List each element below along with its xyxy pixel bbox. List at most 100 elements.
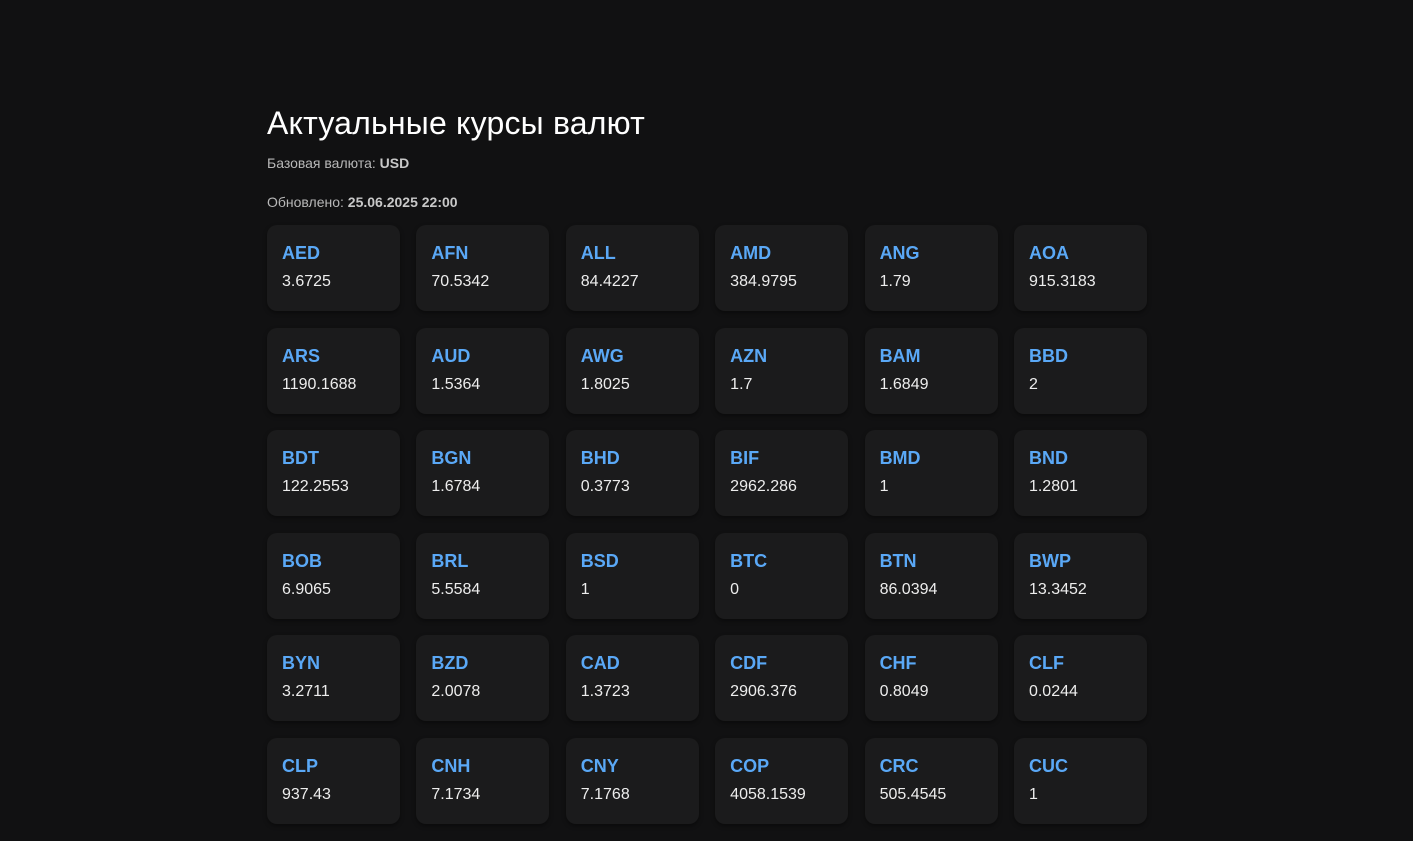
currency-rate: 2962.286 xyxy=(730,478,797,495)
currency-code: BSD xyxy=(580,550,619,571)
currency-code: CUC xyxy=(1028,755,1068,776)
rate-card-cny: CNY 7.1768 xyxy=(565,737,699,824)
currency-code: BDT xyxy=(282,448,319,468)
currency-code: ARS xyxy=(282,345,321,366)
currency-rate: 1.2801 xyxy=(1028,478,1078,495)
rate-card-cuc: CUC 1 xyxy=(1013,737,1147,824)
rate-card-bhd: BHD 0.3773 xyxy=(565,430,699,516)
rate-card-chf: CHF 0.8049 xyxy=(864,635,998,721)
currency-code: CLF xyxy=(1028,653,1064,673)
currency-code: BMD xyxy=(879,448,921,468)
currency-code: BIF xyxy=(730,448,760,468)
rate-card-aud: AUD 1.5364 xyxy=(416,327,550,414)
currency-rate: 3.2711 xyxy=(282,683,330,700)
rate-card-btc: BTC 0 xyxy=(715,532,849,619)
currency-code: ANG xyxy=(879,243,920,263)
rate-card-cdf: CDF 2906.376 xyxy=(715,635,849,721)
currency-rate: 6.9065 xyxy=(282,580,331,598)
currency-code: AFN xyxy=(431,243,469,263)
currency-rate: 5.5584 xyxy=(431,580,481,598)
currency-rate: 70.5342 xyxy=(431,273,490,290)
rate-card-bam: BAM 1.6849 xyxy=(864,327,998,414)
rate-card-all: ALL 84.4227 xyxy=(565,225,699,311)
currency-code: BTN xyxy=(879,550,917,571)
currency-code: AZN xyxy=(730,345,768,366)
currency-code: CNH xyxy=(431,755,471,776)
currency-rate: 1.79 xyxy=(879,273,911,290)
currency-code: CRC xyxy=(879,755,919,776)
currency-rate: 2906.376 xyxy=(730,683,797,700)
currency-code: CAD xyxy=(580,653,620,673)
rate-card-aed: AED 3.6725 xyxy=(267,225,400,311)
currency-rate: 13.3452 xyxy=(1028,580,1087,598)
currency-code: BWP xyxy=(1028,550,1071,571)
currency-rate: 1190.1688 xyxy=(282,375,357,393)
currency-rate: 2 xyxy=(1028,375,1038,393)
rate-card-azn: AZN 1.7 xyxy=(715,327,849,414)
currency-rate: 0.0244 xyxy=(1028,683,1078,700)
rate-card-bmd: BMD 1 xyxy=(864,430,998,516)
currency-rate: 86.0394 xyxy=(879,580,938,598)
currency-rate: 1 xyxy=(879,478,889,495)
currency-rate: 1.6849 xyxy=(879,375,929,393)
rate-card-bdt: BDT 122.2553 xyxy=(267,430,400,516)
rate-card-bif: BIF 2962.286 xyxy=(715,430,849,516)
rate-card-aoa: AOA 915.3183 xyxy=(1013,225,1147,311)
currency-rate: 7.1734 xyxy=(431,785,481,803)
updated-at: Обновлено: 25.06.2025 22:00 xyxy=(267,191,1147,213)
currency-rate: 505.4545 xyxy=(879,785,947,803)
currency-rate: 1.6784 xyxy=(431,478,481,495)
currency-rate: 122.2553 xyxy=(282,478,349,495)
currency-rate: 1 xyxy=(580,580,590,598)
currency-code: ALL xyxy=(580,243,616,263)
rate-card-bbd: BBD 2 xyxy=(1013,327,1147,414)
currency-code: AUD xyxy=(431,345,471,366)
rate-card-byn: BYN 3.2711 xyxy=(267,635,400,721)
currency-code: AOA xyxy=(1028,243,1069,263)
currency-rate: 84.4227 xyxy=(580,273,639,290)
currency-rate: 915.3183 xyxy=(1028,273,1096,290)
rate-card-clp: CLP 937.43 xyxy=(267,737,400,824)
currency-code: AWG xyxy=(580,345,624,366)
rates-grid: AED 3.6725 AFN 70.5342 ALL 84.4227 AMD 384.9795… xyxy=(267,225,1147,824)
currency-code: BAM xyxy=(879,345,921,366)
rate-card-bnd: BND 1.2801 xyxy=(1013,430,1147,516)
currency-code: BZD xyxy=(431,653,469,673)
rate-card-amd: AMD 384.9795 xyxy=(715,225,849,311)
currency-code: CLP xyxy=(282,755,318,776)
rate-card-clf: CLF 0.0244 xyxy=(1013,635,1147,721)
currency-code: BYN xyxy=(282,653,321,673)
base-currency-label: Базовая валюта: xyxy=(267,155,376,171)
currency-rate: 7.1768 xyxy=(580,785,630,803)
currency-rate: 0 xyxy=(730,580,740,598)
currency-code: BTC xyxy=(730,550,768,571)
rate-card-bob: BOB 6.9065 xyxy=(267,532,400,619)
rate-card-awg: AWG 1.8025 xyxy=(565,327,699,414)
currency-rate: 3.6725 xyxy=(282,273,331,290)
rate-card-ang: ANG 1.79 xyxy=(864,225,998,311)
updated-label: Обновлено: xyxy=(267,194,344,210)
currency-code: CHF xyxy=(879,653,917,673)
currency-rate: 0.3773 xyxy=(580,478,630,495)
currency-code: BOB xyxy=(282,550,322,571)
currency-rate: 937.43 xyxy=(282,785,331,803)
currency-code: COP xyxy=(730,755,770,776)
currency-code: BRL xyxy=(431,550,469,571)
currency-code: CDF xyxy=(730,653,768,673)
currency-code: BND xyxy=(1028,448,1068,468)
rate-card-bwp: BWP 13.3452 xyxy=(1013,532,1147,619)
rates-page: Актуальные курсы валют Базовая валюта: U… xyxy=(267,100,1147,824)
rate-card-bsd: BSD 1 xyxy=(565,532,699,619)
rate-card-bzd: BZD 2.0078 xyxy=(416,635,550,721)
currency-code: CNY xyxy=(580,755,619,776)
currency-rate: 1.8025 xyxy=(580,375,630,393)
base-currency: Базовая валюта: USD xyxy=(267,152,1147,174)
currency-rate: 2.0078 xyxy=(431,683,481,700)
rate-card-brl: BRL 5.5584 xyxy=(416,532,550,619)
rate-card-cop: COP 4058.1539 xyxy=(715,737,849,824)
rate-card-crc: CRC 505.4545 xyxy=(864,737,998,824)
page-title: Актуальные курсы валют xyxy=(267,105,646,141)
rate-card-bgn: BGN 1.6784 xyxy=(416,430,550,516)
currency-code: AED xyxy=(282,243,321,263)
currency-rate: 4058.1539 xyxy=(730,785,806,803)
